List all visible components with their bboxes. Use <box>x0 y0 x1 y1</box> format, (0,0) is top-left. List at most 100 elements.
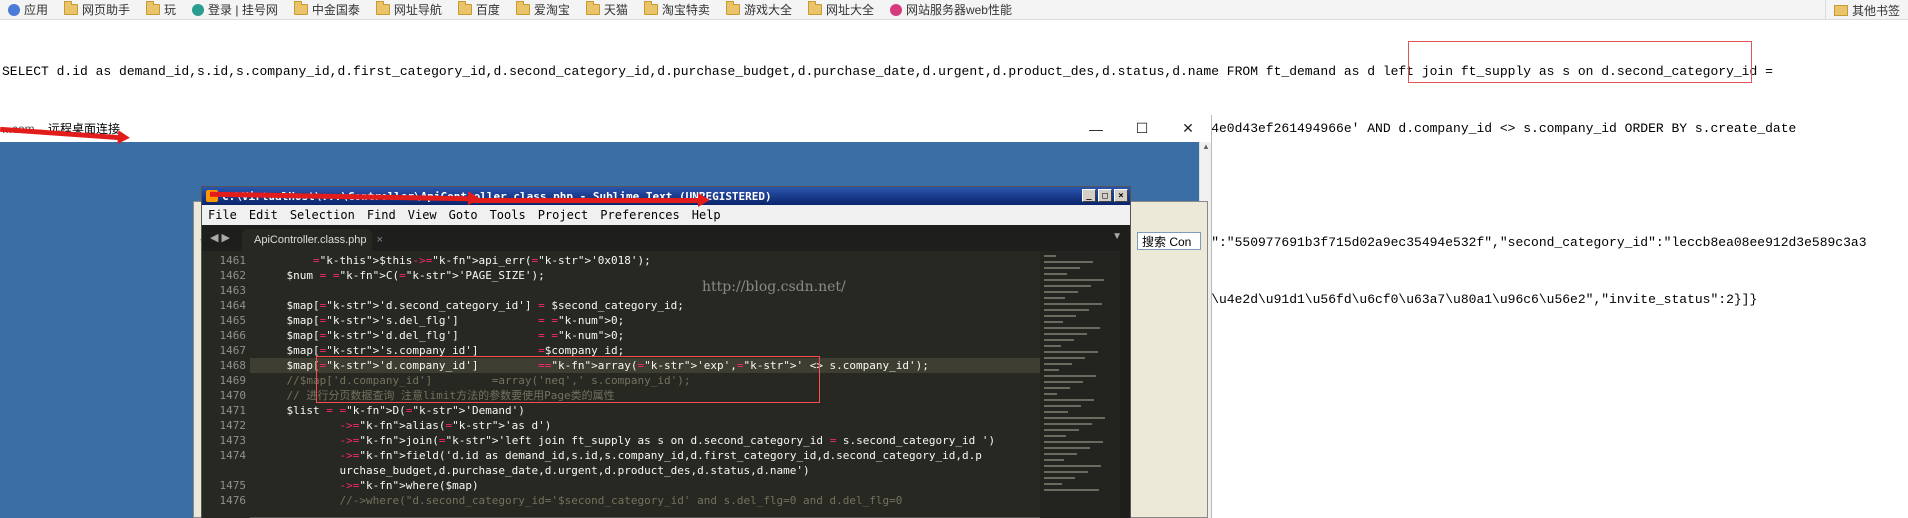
minimap-line <box>1044 435 1066 437</box>
minimap-line <box>1044 441 1103 443</box>
minimap-line <box>1044 267 1080 269</box>
minimap-line <box>1044 459 1064 461</box>
code-line[interactable]: ->="k-fn">where($map) <box>260 478 478 493</box>
bookmark-label: 网址导航 <box>393 3 442 17</box>
minimap-line <box>1044 345 1061 347</box>
sublime-minimize-button[interactable]: _ <box>1082 189 1096 202</box>
close-button[interactable]: ✕ <box>1165 115 1211 142</box>
minimize-button[interactable]: — <box>1073 115 1119 142</box>
bookmark-label: 爱淘宝 <box>533 3 570 17</box>
menu-edit[interactable]: Edit <box>243 208 284 222</box>
minimap-line <box>1044 429 1079 431</box>
minimap-line <box>1044 471 1088 473</box>
bookmark-5[interactable]: 网址导航 <box>368 0 450 20</box>
folder-icon <box>1833 4 1848 16</box>
line-number: 1462 <box>219 269 247 282</box>
line-number: 1466 <box>219 329 247 342</box>
minimap-line <box>1044 489 1099 491</box>
minimap-line <box>1044 417 1105 419</box>
bookmark-2[interactable]: 玩 <box>138 0 184 20</box>
folder-icon <box>146 1 161 15</box>
line-number: 1468 <box>219 359 247 372</box>
bookmark-7[interactable]: 爱淘宝 <box>508 0 578 20</box>
code-line[interactable]: //->where("d.second_category_id='$second… <box>260 493 902 508</box>
tab-dropdown-icon[interactable]: ▼ <box>1112 231 1122 242</box>
menu-help[interactable]: Help <box>686 208 727 222</box>
bookmark-3[interactable]: 登录 | 挂号网 <box>184 0 286 20</box>
other-bookmarks-label: 其他书签 <box>1851 3 1900 18</box>
annotation-arrow-3 <box>470 193 710 207</box>
code-line[interactable]: $list = ="k-fn">D(="k-str">'Demand') <box>260 403 524 418</box>
search-button[interactable]: 搜索 Con <box>1137 232 1201 250</box>
folder-icon <box>293 1 308 15</box>
bookmark-4[interactable]: 中金国泰 <box>286 0 368 20</box>
minimap-line <box>1044 303 1102 305</box>
bookmark-8[interactable]: 天猫 <box>578 0 636 20</box>
sublime-close-button[interactable]: × <box>1114 189 1128 202</box>
minimap-line <box>1044 363 1072 365</box>
bookmark-0[interactable]: 应用 <box>0 0 56 20</box>
code-line[interactable]: ->="k-fn">join(="k-str">'left join ft_su… <box>260 433 995 448</box>
tab-apicontroller[interactable]: ApiController.class.php × <box>242 229 383 251</box>
minimap-line <box>1044 297 1065 299</box>
minimap-line <box>1044 465 1101 467</box>
bookmark-11[interactable]: 网址大全 <box>800 0 882 20</box>
maximize-button[interactable]: ☐ <box>1119 115 1165 142</box>
other-bookmarks[interactable]: 其他书签 <box>1824 0 1908 20</box>
bookmark-6[interactable]: 百度 <box>450 0 508 20</box>
minimap-line <box>1044 279 1104 281</box>
minimap-line <box>1044 339 1074 341</box>
bookmark-1[interactable]: 网页助手 <box>56 0 138 20</box>
line-number: 1472 <box>219 419 247 432</box>
menu-file[interactable]: File <box>202 208 243 222</box>
code-line[interactable]: urchase_budget,d.purchase_date,d.urgent,… <box>260 463 809 478</box>
line-number: 1469 <box>219 374 247 387</box>
minimap[interactable] <box>1040 251 1120 518</box>
tab-nav-icon[interactable]: ◀ ▶ <box>210 231 230 244</box>
bookmark-10[interactable]: 游戏大全 <box>718 0 800 20</box>
line-number <box>202 463 246 478</box>
site-icon <box>889 3 902 16</box>
minimap-line <box>1044 285 1091 287</box>
tab-label: ApiController.class.php <box>254 234 367 246</box>
sublime-maximize-button[interactable]: □ <box>1098 189 1112 202</box>
bookmark-label: 网址大全 <box>825 3 874 17</box>
code-line[interactable]: ->="k-fn">alias(="k-str">'as d') <box>260 418 551 433</box>
line-number: 1463 <box>219 284 247 297</box>
minimap-line <box>1044 315 1076 317</box>
folder-icon <box>643 1 658 15</box>
menu-selection[interactable]: Selection <box>284 208 361 222</box>
line-number: 1474 <box>219 449 247 462</box>
code-line[interactable]: ="k-this">$this->="k-fn">api_err(="k-str… <box>260 253 651 268</box>
menu-preferences[interactable]: Preferences <box>594 208 685 222</box>
rdp-titlebar[interactable]: ...com - 远程桌面连接 <box>0 115 1211 142</box>
line-gutter: 1461 1462 1463 1464 1465 1466 1467 1468 1469 1470… <box>202 251 250 518</box>
menu-view[interactable]: View <box>402 208 443 222</box>
minimap-line <box>1044 423 1092 425</box>
code-line[interactable]: $map[="k-str">'d.del_flg'] = ="k-num">0; <box>260 328 624 343</box>
minimap-line <box>1044 309 1089 311</box>
minimap-line <box>1044 333 1087 335</box>
code-line[interactable]: ->="k-fn">field('d.id as demand_id,s.id,… <box>260 448 981 463</box>
menu-project[interactable]: Project <box>532 208 595 222</box>
tab-close-icon[interactable]: × <box>377 234 383 246</box>
bookmarks-bar: 应用 网页助手 玩 登录 | 挂号网 中金国泰 网址导航 百度 爱淘宝 天猫 淘宝特卖 游戏大全 网址… <box>0 0 1908 20</box>
bookmark-9[interactable]: 淘宝特卖 <box>636 0 718 20</box>
code-line[interactable]: $map[="k-str">'d.second_category_id'] = … <box>260 298 683 313</box>
bookmark-12[interactable]: 网站服务器web性能 <box>882 0 1020 20</box>
minimap-line <box>1044 369 1059 371</box>
menu-goto[interactable]: Goto <box>443 208 484 222</box>
code-line[interactable]: $map[="k-str">'s.del_flg'] = ="k-num">0; <box>260 313 624 328</box>
editor-scrollbar[interactable] <box>1120 251 1130 518</box>
menu-tools[interactable]: Tools <box>484 208 532 222</box>
line-number: 1476 <box>219 494 247 507</box>
code-line[interactable]: $num = ="k-fn">C(="k-str">'PAGE_SIZE'); <box>260 268 544 283</box>
minimap-line <box>1044 357 1085 359</box>
folder-icon <box>515 1 530 15</box>
sql-highlight-box <box>1408 41 1752 83</box>
minimap-line <box>1044 351 1098 353</box>
scroll-up-icon[interactable]: ▲ <box>1200 142 1212 156</box>
menu-find[interactable]: Find <box>361 208 402 222</box>
minimap-line <box>1044 261 1093 263</box>
site-icon <box>192 3 205 16</box>
